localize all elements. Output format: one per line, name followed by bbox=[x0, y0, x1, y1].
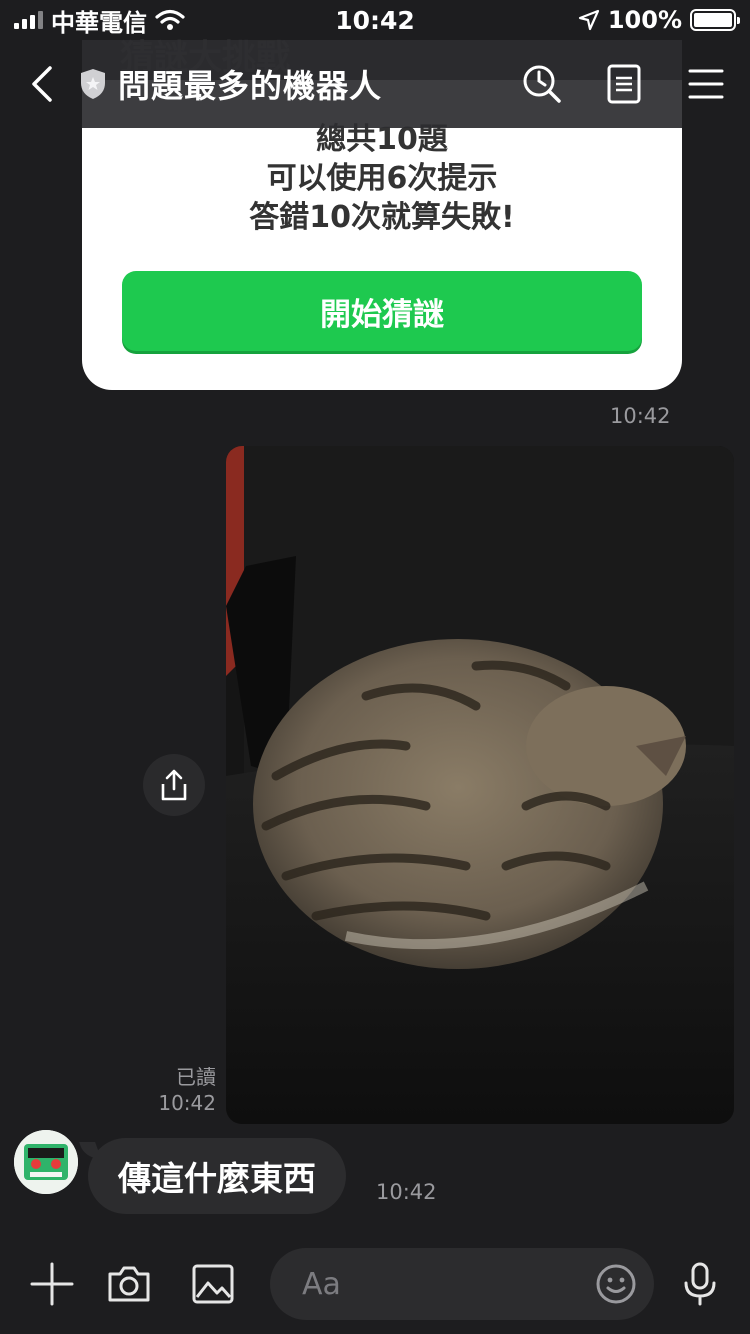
search-history-button[interactable] bbox=[520, 62, 564, 106]
plus-button[interactable] bbox=[28, 1260, 76, 1308]
camera-button[interactable] bbox=[105, 1260, 153, 1308]
mic-icon bbox=[684, 1262, 716, 1306]
image-icon bbox=[192, 1264, 234, 1304]
camera-icon bbox=[108, 1266, 150, 1302]
battery-icon bbox=[690, 9, 740, 31]
search-history-icon bbox=[523, 65, 561, 103]
shield-icon bbox=[81, 69, 105, 99]
status-bar: 中華電信 10:42 100% bbox=[0, 0, 750, 40]
card-text: 總共10題 可以使用6次提示 答錯10次就算失敗! bbox=[82, 120, 682, 237]
read-receipt: 已讀 10:42 bbox=[140, 1064, 216, 1116]
incoming-message-bubble[interactable]: 傳這什麼東西 bbox=[88, 1138, 346, 1214]
mic-button[interactable] bbox=[676, 1260, 724, 1308]
card-line-hints: 可以使用6次提示 bbox=[266, 161, 498, 196]
menu-icon bbox=[688, 69, 724, 99]
menu-button[interactable] bbox=[684, 62, 728, 106]
signal-icon bbox=[14, 11, 43, 29]
incoming-timestamp: 10:42 bbox=[376, 1180, 437, 1204]
image-button[interactable] bbox=[189, 1260, 237, 1308]
share-icon bbox=[161, 769, 187, 801]
chat-title: 問題最多的機器人 bbox=[118, 67, 383, 105]
header-actions bbox=[520, 40, 728, 128]
message-input-bar: Aa bbox=[0, 1232, 750, 1334]
photo-timestamp: 10:42 bbox=[158, 1091, 216, 1115]
read-label: 已讀 bbox=[176, 1065, 216, 1089]
chat-title-wrap[interactable]: 問題最多的機器人 bbox=[78, 61, 382, 107]
card-line-fail: 答錯10次就算失敗! bbox=[249, 200, 515, 235]
back-icon bbox=[32, 66, 52, 102]
bot-avatar[interactable] bbox=[14, 1130, 78, 1194]
emoji-icon bbox=[596, 1264, 636, 1304]
message-input-placeholder: Aa bbox=[302, 1266, 341, 1302]
location-arrow-icon bbox=[578, 9, 599, 31]
plus-icon bbox=[30, 1262, 74, 1306]
message-input[interactable]: Aa bbox=[270, 1248, 654, 1320]
start-quiz-button[interactable]: 開始猜謎 bbox=[122, 271, 642, 351]
card-timestamp: 10:42 bbox=[610, 404, 671, 428]
battery-percent: 100% bbox=[607, 6, 682, 34]
share-button[interactable] bbox=[143, 754, 205, 816]
cat-photo bbox=[226, 446, 734, 1124]
notes-icon bbox=[607, 64, 641, 104]
emoji-button[interactable] bbox=[594, 1262, 638, 1306]
carrier-label: 中華電信 bbox=[51, 8, 147, 37]
notes-button[interactable] bbox=[602, 62, 646, 106]
status-right: 100% bbox=[578, 6, 740, 34]
wifi-icon bbox=[155, 9, 185, 30]
status-left: 中華電信 bbox=[14, 3, 185, 38]
back-button[interactable] bbox=[8, 40, 78, 128]
robot-avatar-icon bbox=[14, 1130, 78, 1194]
cat-photo-message[interactable] bbox=[226, 446, 734, 1124]
chat-header: 問題最多的機器人 bbox=[0, 40, 750, 128]
